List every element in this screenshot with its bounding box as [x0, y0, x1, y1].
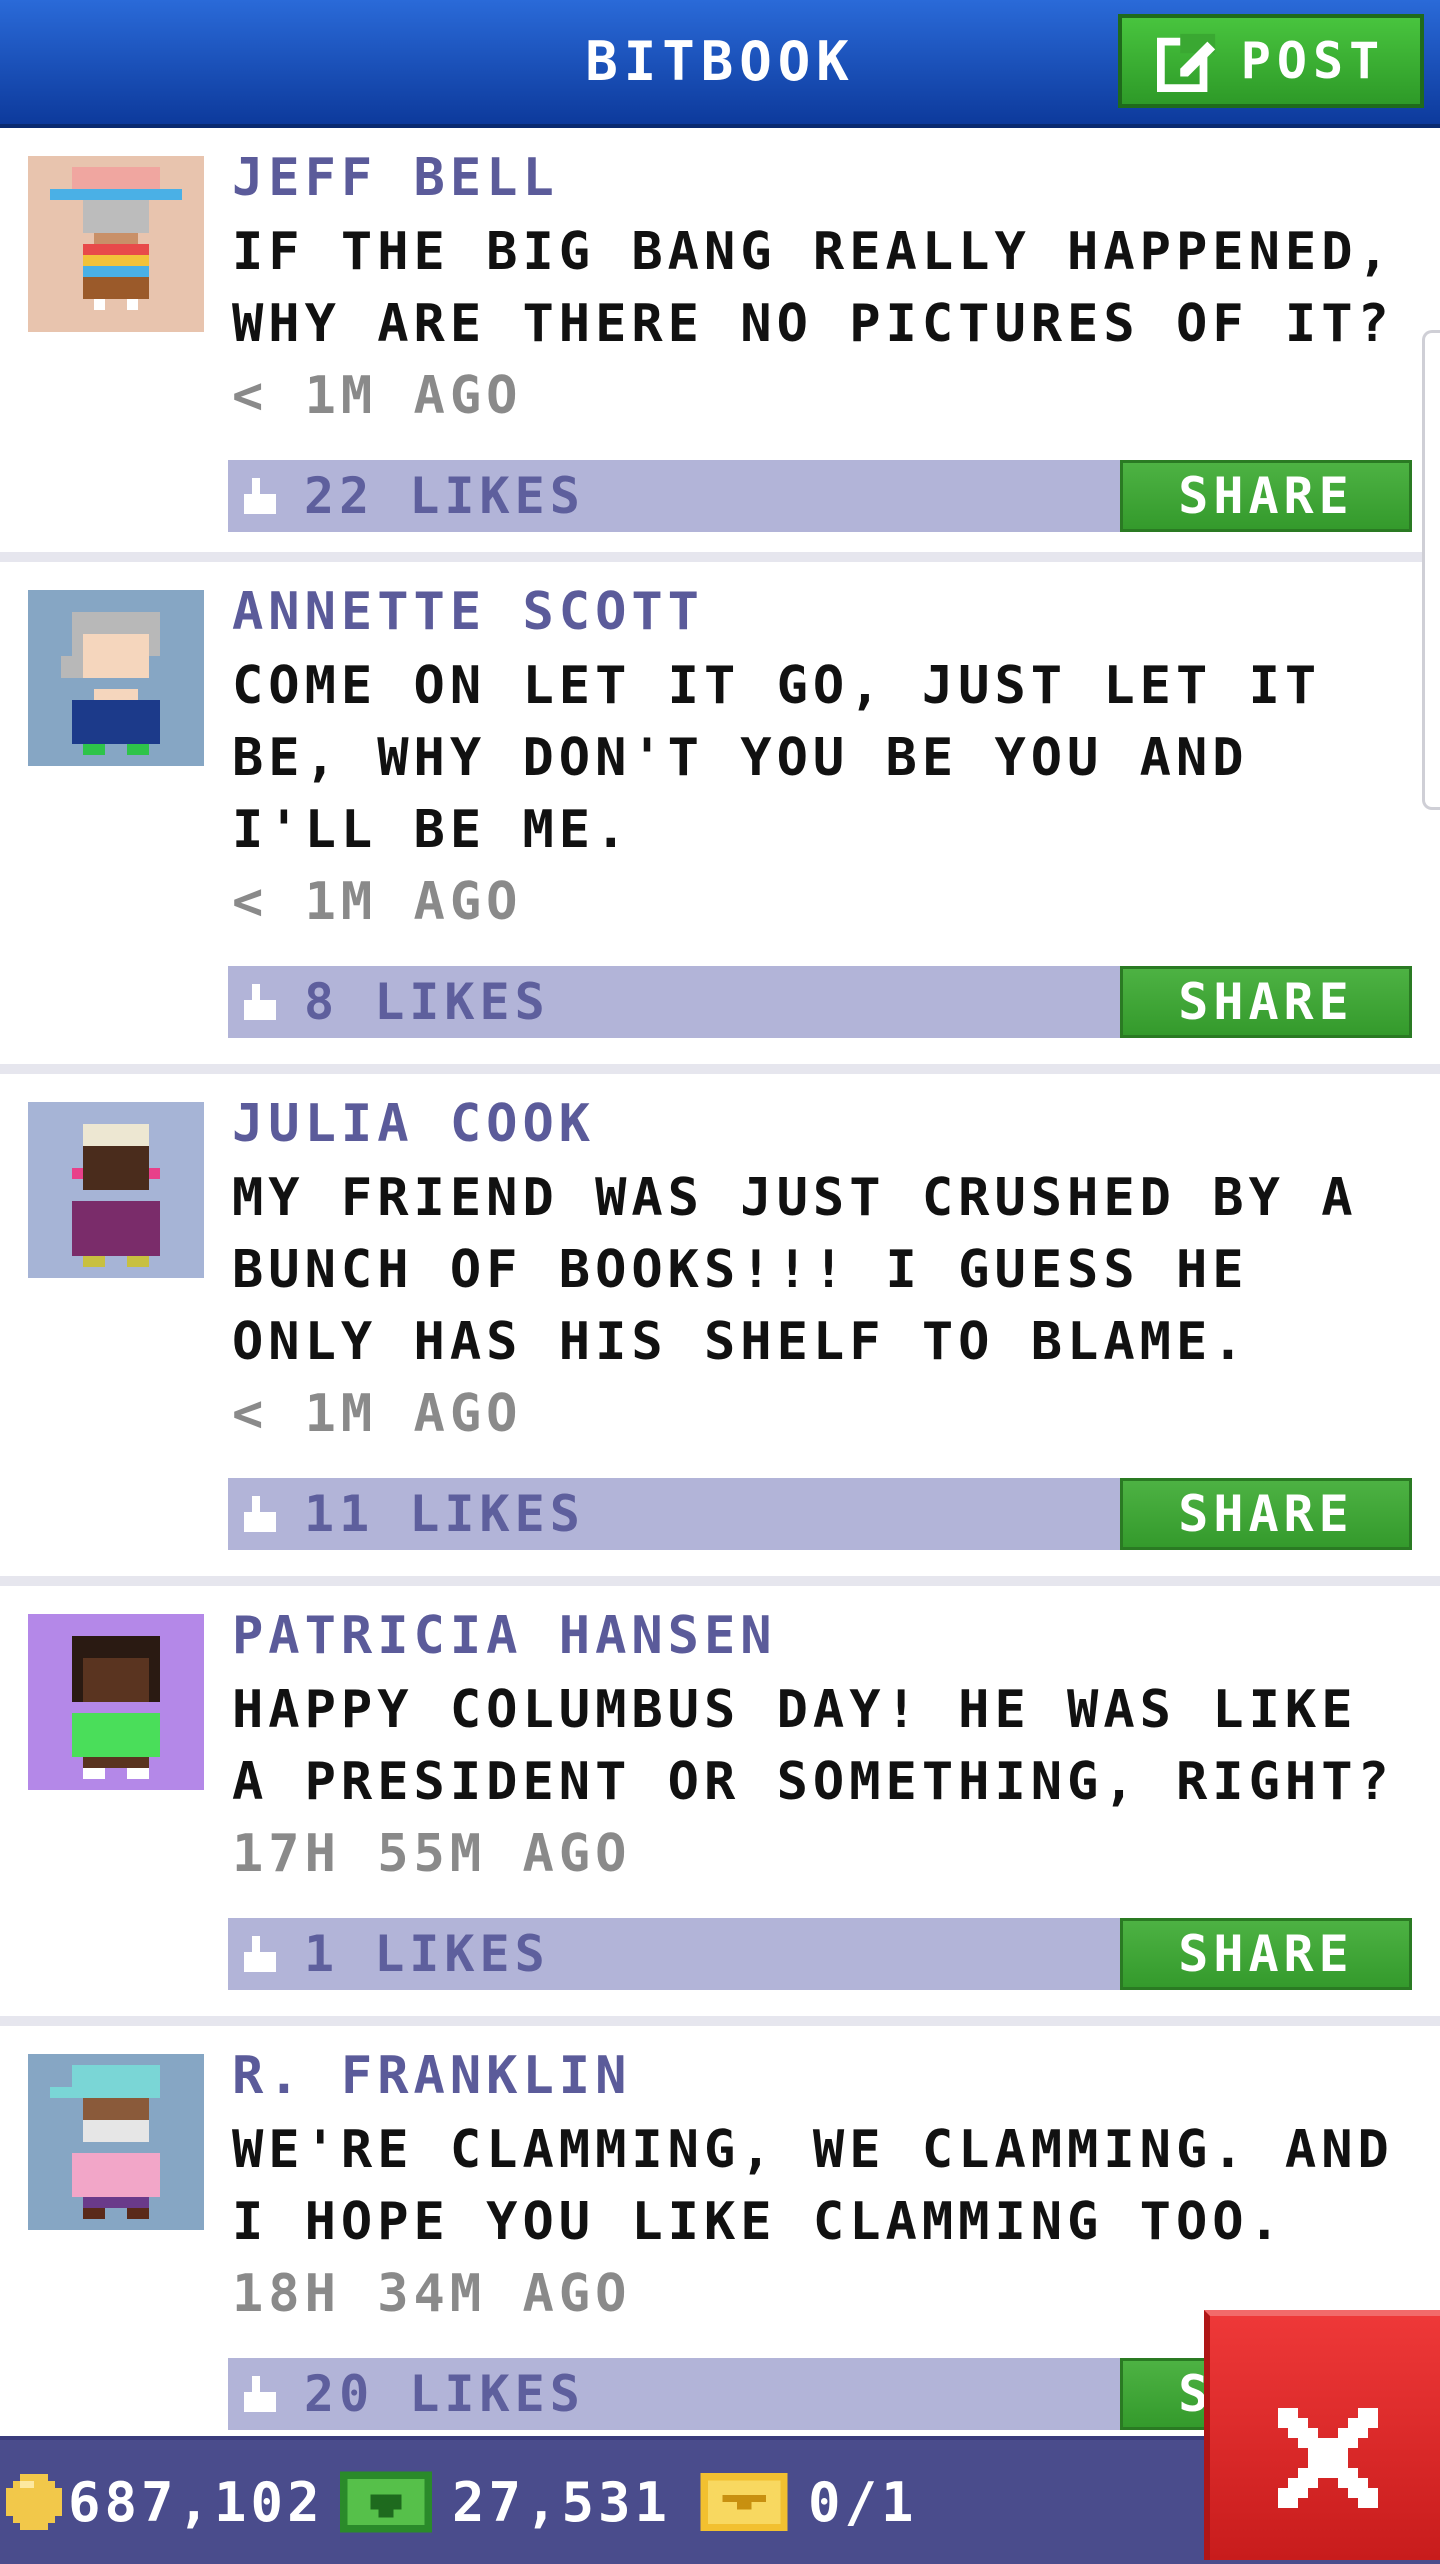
share-button[interactable]: SHARE: [1120, 966, 1412, 1038]
likes-count: 1 LIKES: [304, 1925, 550, 1983]
likes-bar: 22 LIKES SHARE: [228, 460, 1412, 532]
edit-icon: [1156, 33, 1215, 92]
post-time: 17H 55M AGO: [232, 1824, 632, 1884]
share-button[interactable]: SHARE: [1120, 460, 1412, 532]
close-icon: [1278, 2408, 1378, 2508]
post-item: PATRICIA HANSEN HAPPY COLUMBUS DAY! HE W…: [0, 1586, 1440, 2026]
post-text: MY FRIEND WAS JUST CRUSHED BY A BUNCH OF…: [232, 1168, 1358, 1372]
post-button[interactable]: POST: [1118, 14, 1424, 108]
bux-display[interactable]: 27,531: [340, 2440, 671, 2564]
post-button-label: POST: [1240, 32, 1386, 90]
app-header: BITBOOK POST: [0, 0, 1440, 128]
post-item: JULIA COOK MY FRIEND WAS JUST CRUSHED BY…: [0, 1074, 1440, 1586]
avatar[interactable]: [28, 1614, 204, 1790]
coin-icon: [6, 2474, 62, 2530]
bux-count: 27,531: [452, 2470, 672, 2534]
post-time: < 1M AGO: [232, 366, 523, 426]
likes-count: 8 LIKES: [304, 973, 550, 1031]
scroll-indicator[interactable]: [1422, 330, 1440, 810]
post-author[interactable]: ANNETTE SCOTT: [232, 580, 1412, 644]
likes-count: 11 LIKES: [304, 1485, 585, 1543]
post-text: IF THE BIG BANG REALLY HAPPENED, WHY ARE…: [232, 222, 1394, 354]
post-time: < 1M AGO: [232, 1384, 523, 1444]
share-button[interactable]: SHARE: [1120, 1478, 1412, 1550]
likes-count: 20 LIKES: [304, 2365, 585, 2423]
post-content: PATRICIA HANSEN HAPPY COLUMBUS DAY! HE W…: [232, 1604, 1412, 1890]
post-author[interactable]: JEFF BELL: [232, 146, 1412, 210]
ticket-icon: [700, 2473, 788, 2531]
post-time: < 1M AGO: [232, 872, 523, 932]
post-feed: JEFF BELL IF THE BIG BANG REALLY HAPPENE…: [0, 128, 1440, 2466]
likes-bar: 11 LIKES SHARE: [228, 1478, 1412, 1550]
post-text: COME ON LET IT GO, JUST LET IT BE, WHY D…: [232, 656, 1322, 860]
post-content: JULIA COOK MY FRIEND WAS JUST CRUSHED BY…: [232, 1092, 1412, 1450]
bux-icon: [340, 2471, 432, 2533]
thumbs-up-icon[interactable]: [244, 1496, 276, 1532]
likes-count: 22 LIKES: [304, 467, 585, 525]
thumbs-up-icon[interactable]: [244, 1936, 276, 1972]
thumbs-up-icon[interactable]: [244, 478, 276, 514]
post-text: WE'RE CLAMMING, WE CLAMMING. AND I HOPE …: [232, 2120, 1394, 2252]
avatar[interactable]: [28, 1102, 204, 1278]
post-item: JEFF BELL IF THE BIG BANG REALLY HAPPENE…: [0, 128, 1440, 562]
thumbs-up-icon[interactable]: [244, 984, 276, 1020]
coins-count: 687,102: [68, 2470, 324, 2534]
post-author[interactable]: PATRICIA HANSEN: [232, 1604, 1412, 1668]
post-item: ANNETTE SCOTT COME ON LET IT GO, JUST LE…: [0, 562, 1440, 1074]
tickets-count: 0/1: [808, 2470, 918, 2534]
tickets-display[interactable]: 0/1: [700, 2440, 918, 2564]
post-content: ANNETTE SCOTT COME ON LET IT GO, JUST LE…: [232, 580, 1412, 938]
avatar[interactable]: [28, 590, 204, 766]
avatar[interactable]: [28, 156, 204, 332]
avatar[interactable]: [28, 2054, 204, 2230]
post-author[interactable]: JULIA COOK: [232, 1092, 1412, 1156]
post-author[interactable]: R. FRANKLIN: [232, 2044, 1412, 2108]
close-button[interactable]: [1204, 2310, 1440, 2560]
thumbs-up-icon[interactable]: [244, 2376, 276, 2412]
likes-bar: 1 LIKES SHARE: [228, 1918, 1412, 1990]
share-button[interactable]: SHARE: [1120, 1918, 1412, 1990]
post-text: HAPPY COLUMBUS DAY! HE WAS LIKE A PRESID…: [232, 1680, 1394, 1812]
coins-display: 687,102: [6, 2440, 324, 2564]
post-content: R. FRANKLIN WE'RE CLAMMING, WE CLAMMING.…: [232, 2044, 1412, 2330]
likes-bar: 8 LIKES SHARE: [228, 966, 1412, 1038]
post-content: JEFF BELL IF THE BIG BANG REALLY HAPPENE…: [232, 146, 1412, 432]
